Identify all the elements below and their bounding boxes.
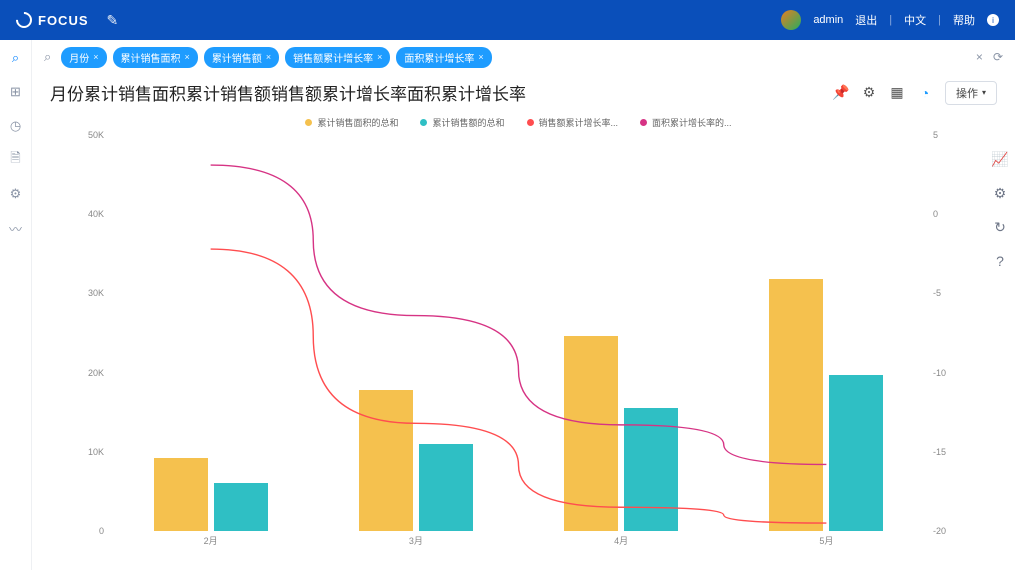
logo-icon (13, 9, 36, 32)
x-tick: 3月 (409, 534, 423, 547)
legend: 累计销售面积的总和 累计销售额的总和 销售额累计增长率... 面积累计增长率的.… (70, 113, 967, 131)
avatar[interactable] (781, 10, 801, 30)
logout-link[interactable]: 退出 (855, 12, 877, 28)
chip-close-icon[interactable]: × (478, 52, 483, 62)
sidebar-search-icon[interactable]: ⌕ (8, 50, 24, 66)
title-row: 月份累计销售面积累计销售额销售额累计增长率面积累计增长率 📌 ⚙ ▦ ◔ 操作▾ (40, 74, 1007, 109)
legend-item[interactable]: 面积累计增长率的... (640, 116, 732, 129)
page-title: 月份累计销售面积累计销售额销售额累计增长率面积累计增长率 (50, 80, 526, 105)
y-left-tick: 40K (72, 209, 104, 219)
query-chips: 月份× 累计销售面积× 累计销售额× 销售额累计增长率× 面积累计增长率× (61, 47, 491, 68)
chart-type-icon[interactable]: ◔ (917, 85, 933, 101)
y-left-tick: 30K (72, 288, 104, 298)
app-header: FOCUS ✎ admin 退出 | 中文 | 帮助 i (0, 0, 1015, 40)
help-icon[interactable]: ? (991, 252, 1009, 270)
main-content: ⌕ 月份× 累计销售面积× 累计销售额× 销售额累计增长率× 面积累计增长率× … (32, 40, 1015, 570)
edit-icon[interactable]: ✎ (107, 12, 119, 29)
sidebar-history-icon[interactable]: ◷ (8, 118, 24, 134)
help-link[interactable]: 帮助 (953, 12, 975, 28)
chip-sales[interactable]: 累计销售额× (204, 47, 279, 68)
chip-close-icon[interactable]: × (266, 52, 271, 62)
chip-close-icon[interactable]: × (93, 52, 98, 62)
chip-month[interactable]: 月份× (61, 47, 106, 68)
right-toolbar: 📈 ⚙ ↻ ? (991, 150, 1009, 270)
chip-area-growth[interactable]: 面积累计增长率× (396, 47, 491, 68)
config-icon[interactable]: ⚙ (861, 85, 877, 101)
sidebar-settings-icon[interactable]: ⚙ (8, 186, 24, 202)
brand-logo: FOCUS (16, 12, 89, 28)
legend-item[interactable]: 累计销售面积的总和 (305, 116, 398, 129)
chip-area[interactable]: 累计销售面积× (113, 47, 198, 68)
x-tick: 5月 (819, 534, 833, 547)
sidebar-answers-icon[interactable]: ⊞ (8, 84, 24, 100)
sidebar-trends-icon[interactable]: 〰 (8, 220, 24, 236)
pin-icon[interactable]: 📌 (833, 85, 849, 101)
y-left-tick: 20K (72, 368, 104, 378)
line-series (108, 135, 929, 531)
y-right-tick: 0 (933, 209, 965, 219)
chip-sales-growth[interactable]: 销售额累计增长率× (285, 47, 390, 68)
plot-area: 010K20K30K40K50K50-5-10-15-202月3月4月5月 (108, 135, 929, 531)
y-right-tick: -20 (933, 526, 965, 536)
legend-item[interactable]: 累计销售额的总和 (420, 116, 504, 129)
y-right-tick: -5 (933, 288, 965, 298)
y-right-tick: -15 (933, 447, 965, 457)
ops-button[interactable]: 操作▾ (945, 81, 997, 105)
header-right: admin 退出 | 中文 | 帮助 i (781, 10, 999, 30)
y-left-tick: 50K (72, 130, 104, 140)
axis-icon[interactable]: 📈 (991, 150, 1009, 168)
x-tick: 4月 (614, 534, 628, 547)
refresh-icon[interactable]: ⟳ (993, 50, 1003, 64)
y-left-tick: 0 (72, 526, 104, 536)
chart: 累计销售面积的总和 累计销售额的总和 销售额累计增长率... 面积累计增长率的.… (70, 113, 967, 553)
help-badge: i (987, 14, 999, 26)
left-sidebar: ⌕ ⊞ ◷ 🗎 ⚙ 〰 (0, 40, 32, 570)
x-tick: 2月 (204, 534, 218, 547)
chip-close-icon[interactable]: × (377, 52, 382, 62)
brand-text: FOCUS (38, 13, 89, 28)
sidebar-data-icon[interactable]: 🗎 (8, 152, 24, 168)
title-tools: 📌 ⚙ ▦ ◔ 操作▾ (833, 81, 997, 105)
chip-close-icon[interactable]: × (185, 52, 190, 62)
y-left-tick: 10K (72, 447, 104, 457)
username[interactable]: admin (813, 14, 843, 26)
settings-icon[interactable]: ⚙ (991, 184, 1009, 202)
table-icon[interactable]: ▦ (889, 85, 905, 101)
query-bar: ⌕ 月份× 累计销售面积× 累计销售额× 销售额累计增长率× 面积累计增长率× … (40, 40, 1007, 74)
lang-link[interactable]: 中文 (904, 12, 926, 28)
y-right-tick: 5 (933, 130, 965, 140)
y-right-tick: -10 (933, 368, 965, 378)
search-icon[interactable]: ⌕ (44, 49, 51, 65)
clear-icon[interactable]: × (976, 50, 983, 64)
reset-icon[interactable]: ↻ (991, 218, 1009, 236)
legend-item[interactable]: 销售额累计增长率... (527, 116, 619, 129)
